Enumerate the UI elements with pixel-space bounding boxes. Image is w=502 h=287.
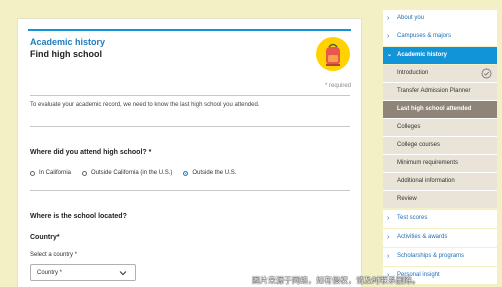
- sidebar-subitem-colleges[interactable]: Colleges: [383, 119, 497, 136]
- radio-circle[interactable]: [30, 170, 35, 176]
- question-location: Where is the school located?: [30, 213, 127, 220]
- separator: [383, 45, 497, 46]
- divider: [30, 190, 350, 191]
- form-card: Academic history Find high school * requ…: [17, 18, 362, 287]
- sidebar-item-about-you[interactable]: › About you: [383, 10, 497, 27]
- radio-circle[interactable]: [82, 170, 88, 176]
- sidebar-item-activities-awards[interactable]: › Activities & awards: [383, 229, 497, 246]
- question-attend: Where did you attend high school? *: [30, 149, 152, 156]
- radio-circle-selected[interactable]: [183, 170, 189, 176]
- radio-in-california[interactable]: In California: [30, 170, 71, 176]
- intro-text: To evaluate your academic record, we nee…: [30, 102, 260, 108]
- country-select-value: Country *: [37, 270, 63, 276]
- separator: [383, 265, 497, 266]
- sidebar-item-label: Additional information: [397, 178, 455, 184]
- chevron-right-icon: ›: [387, 15, 390, 22]
- card-top-rule: [28, 29, 351, 31]
- radio-label: In California: [39, 170, 72, 176]
- radio-group-location: In California Outside California (in the…: [30, 170, 247, 176]
- sidebar-item-label: Introduction: [397, 70, 429, 76]
- sidebar-subitem-review[interactable]: Review: [383, 191, 497, 208]
- backpack-icon: [316, 37, 350, 71]
- sidebar-item-label: Scholarships & programs: [397, 253, 465, 259]
- sidebar-subitem-last-high-school[interactable]: Last high school attended: [383, 101, 497, 118]
- sidebar-nav: › About you › Campuses & majors ⌄ Academ…: [383, 10, 497, 287]
- sidebar-item-label: College courses: [397, 142, 441, 148]
- check-circle-icon: [481, 68, 492, 79]
- sidebar-item-scholarships-programs[interactable]: › Scholarships & programs: [383, 248, 497, 265]
- radio-label: Outside the U.S.: [192, 170, 237, 176]
- sidebar-item-label: Review: [397, 196, 417, 202]
- sidebar-subitem-transfer-planner[interactable]: Transfer Admission Planner: [383, 83, 497, 100]
- divider: [30, 126, 350, 127]
- sidebar-item-label: Transfer Admission Planner: [397, 88, 471, 94]
- sidebar-item-label: Activities & awards: [397, 234, 448, 240]
- radio-label: Outside California (in the U.S.): [91, 170, 173, 176]
- sidebar-item-label: Academic history: [397, 52, 448, 58]
- chevron-right-icon: ›: [387, 215, 390, 222]
- sidebar-subitem-introduction[interactable]: Introduction: [383, 65, 497, 82]
- sidebar-item-label: Test scores: [397, 215, 428, 221]
- sidebar-item-label: Campuses & majors: [397, 33, 452, 39]
- chevron-right-icon: ›: [387, 33, 390, 40]
- radio-outside-california[interactable]: Outside California (in the U.S.): [82, 170, 172, 176]
- sidebar-item-academic-history[interactable]: ⌄ Academic history: [383, 47, 497, 64]
- separator: [383, 246, 497, 247]
- chevron-down-icon: ⌄: [387, 52, 393, 58]
- chevron-right-icon: ›: [387, 253, 390, 260]
- sidebar-item-label: About you: [397, 15, 425, 21]
- sidebar-subitem-college-courses[interactable]: College courses: [383, 137, 497, 154]
- divider: [30, 95, 350, 96]
- required-note: * required: [324, 83, 351, 89]
- sidebar-item-campuses-majors[interactable]: › Campuses & majors: [383, 28, 497, 45]
- country-heading: Country*: [30, 234, 60, 241]
- sidebar-item-label: Last high school attended: [397, 106, 472, 112]
- page-title: Find high school: [30, 49, 102, 59]
- chevron-down-icon: [119, 271, 127, 276]
- watermark-text: 图片来源于网络，如有侵权，请及时联系删除。: [252, 276, 420, 285]
- sidebar-subitem-minimum-requirements[interactable]: Minimum requirements: [383, 155, 497, 172]
- sidebar-subitem-additional-information[interactable]: Additional information: [383, 173, 497, 190]
- chevron-right-icon: ›: [387, 234, 390, 241]
- sidebar-item-test-scores[interactable]: › Test scores: [383, 210, 497, 227]
- country-select[interactable]: Country *: [30, 264, 136, 281]
- sidebar-item-label: Colleges: [397, 124, 421, 130]
- separator: [383, 227, 497, 228]
- radio-outside-us[interactable]: Outside the U.S.: [183, 170, 236, 176]
- section-title: Academic history: [30, 37, 106, 47]
- sidebar-item-label: Minimum requirements: [397, 160, 459, 166]
- select-country-label: Select a country *: [30, 252, 78, 258]
